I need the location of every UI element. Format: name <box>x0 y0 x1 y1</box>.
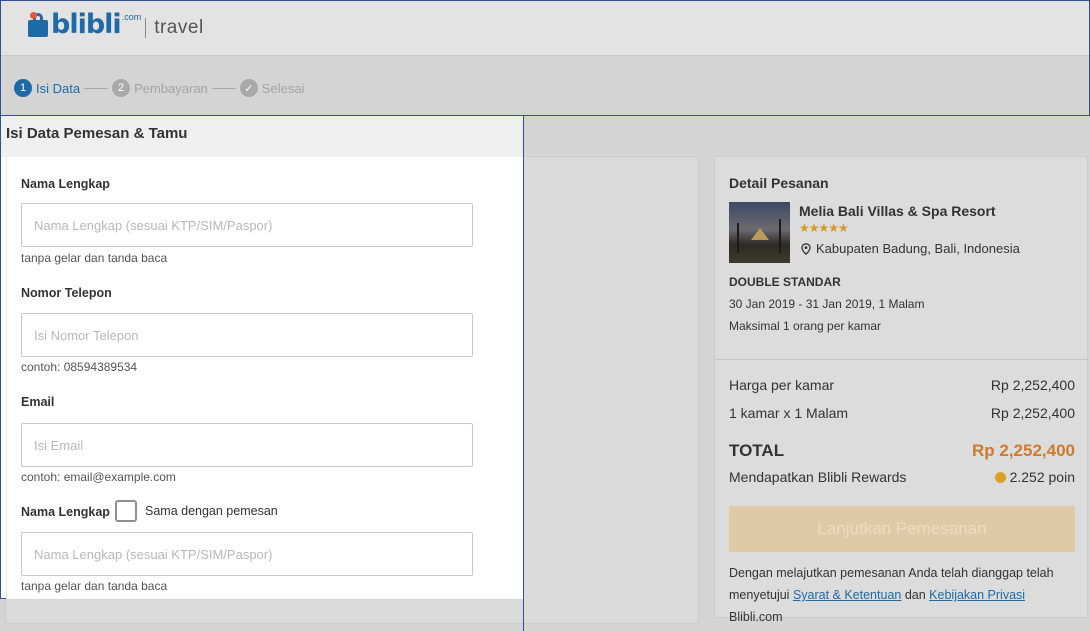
continue-booking-button[interactable]: Lanjutkan Pemesanan <box>729 506 1075 552</box>
booking-stepper: 1 Isi Data 2 Pembayaran ✓ Selesai <box>14 79 304 97</box>
rooms-nights-row: 1 kamar x 1 Malam Rp 2,252,400 <box>729 405 1075 421</box>
step-connector <box>84 87 109 89</box>
hotel-name: Melia Bali Villas & Spa Resort <box>799 203 996 219</box>
star-rating: ★★★★★ <box>799 221 849 235</box>
total-row: TOTAL Rp 2,252,400 <box>729 441 1075 461</box>
phone-input[interactable] <box>21 313 473 357</box>
location-pin-icon <box>801 242 811 255</box>
total-value: Rp 2,252,400 <box>971 441 1075 460</box>
hotel-photo <box>729 202 790 263</box>
booker-name-hint: tanpa gelar dan tanda baca <box>21 251 168 265</box>
shopping-bag-icon <box>28 12 48 37</box>
rewards-points: 2.252 poin <box>994 469 1075 485</box>
phone-label: Nomor Telepon <box>21 286 112 300</box>
email-label: Email <box>21 395 55 409</box>
email-input[interactable] <box>21 423 473 467</box>
logo-divider <box>145 18 147 38</box>
email-hint: contoh: email@example.com <box>21 470 176 484</box>
step-label: Isi Data <box>36 80 81 96</box>
terms-text: Dengan melajutkan pemesanan Anda telah d… <box>729 562 1075 628</box>
check-icon: ✓ <box>239 79 258 97</box>
rooms-nights-value: Rp 2,252,400 <box>990 405 1075 421</box>
rewards-value: 2.252 poin <box>1009 469 1075 485</box>
coin-icon <box>994 472 1006 483</box>
outline-edge <box>523 599 524 631</box>
terms-suffix: Blibli.com <box>729 610 783 624</box>
brand-name: blibli <box>51 9 122 40</box>
privacy-policy-link[interactable]: Kebijakan Privasi <box>929 588 1025 602</box>
room-type: DOUBLE STANDAR <box>729 275 841 289</box>
hotel-location: Kabupaten Badung, Bali, Indonesia <box>801 241 1020 256</box>
top-header: blibli .com travel <box>0 0 1090 56</box>
step-label: Selesai <box>261 80 305 96</box>
form-header: Isi Data Pemesan & Tamu <box>1 116 523 157</box>
same-as-booker-label: Sama dengan pemesan <box>145 504 278 518</box>
price-per-room-label: Harga per kamar <box>729 377 835 393</box>
step-label: Pembayaran <box>134 80 208 96</box>
booker-name-input[interactable] <box>21 203 473 247</box>
price-per-room-row: Harga per kamar Rp 2,252,400 <box>729 377 1075 393</box>
section-divider <box>715 359 1087 360</box>
guest-name-hint: tanpa gelar dan tanda baca <box>21 579 168 593</box>
detail-title: Detail Pesanan <box>729 175 829 191</box>
step-pembayaran: 2 Pembayaran <box>112 79 208 97</box>
guest-data-form: Isi Data Pemesan & Tamu Nama Lengkap tan… <box>0 115 524 599</box>
terms-and: dan <box>904 588 926 602</box>
same-as-booker-checkbox[interactable] <box>115 500 137 522</box>
form-body: Nama Lengkap tanpa gelar dan tanda baca … <box>6 157 523 599</box>
product-name: travel <box>154 17 204 38</box>
price-per-room-value: Rp 2,252,400 <box>990 377 1075 393</box>
booker-name-label: Nama Lengkap <box>21 177 110 191</box>
rewards-label: Mendapatkan Blibli Rewards <box>729 469 907 485</box>
room-capacity: Maksimal 1 orang per kamar <box>729 319 882 333</box>
stay-dates: 30 Jan 2019 - 31 Jan 2019, 1 Malam <box>729 297 925 311</box>
step-connector <box>211 87 236 89</box>
brand-suffix: .com <box>121 12 142 22</box>
phone-hint: contoh: 08594389534 <box>21 360 138 374</box>
location-text: Kabupaten Badung, Bali, Indonesia <box>816 241 1020 256</box>
same-as-booker-toggle[interactable]: Sama dengan pemesan <box>115 500 278 522</box>
step-isi-data: 1 Isi Data <box>14 79 80 97</box>
step-number: 1 <box>14 79 32 97</box>
rooms-nights-label: 1 kamar x 1 Malam <box>729 405 849 421</box>
terms-conditions-link[interactable]: Syarat & Ketentuan <box>793 588 901 602</box>
guest-name-input[interactable] <box>21 532 473 576</box>
blibli-travel-logo[interactable]: blibli .com travel <box>28 10 204 40</box>
guest-name-label: Nama Lengkap <box>21 505 110 519</box>
order-detail-panel: Detail Pesanan Melia Bali Villas & Spa R… <box>714 156 1088 624</box>
rewards-row: Mendapatkan Blibli Rewards 2.252 poin <box>729 469 1075 485</box>
step-number: 2 <box>112 79 131 97</box>
form-title: Isi Data Pemesan & Tamu <box>6 125 188 142</box>
step-selesai: ✓ Selesai <box>239 79 305 97</box>
total-label: TOTAL <box>729 441 785 460</box>
